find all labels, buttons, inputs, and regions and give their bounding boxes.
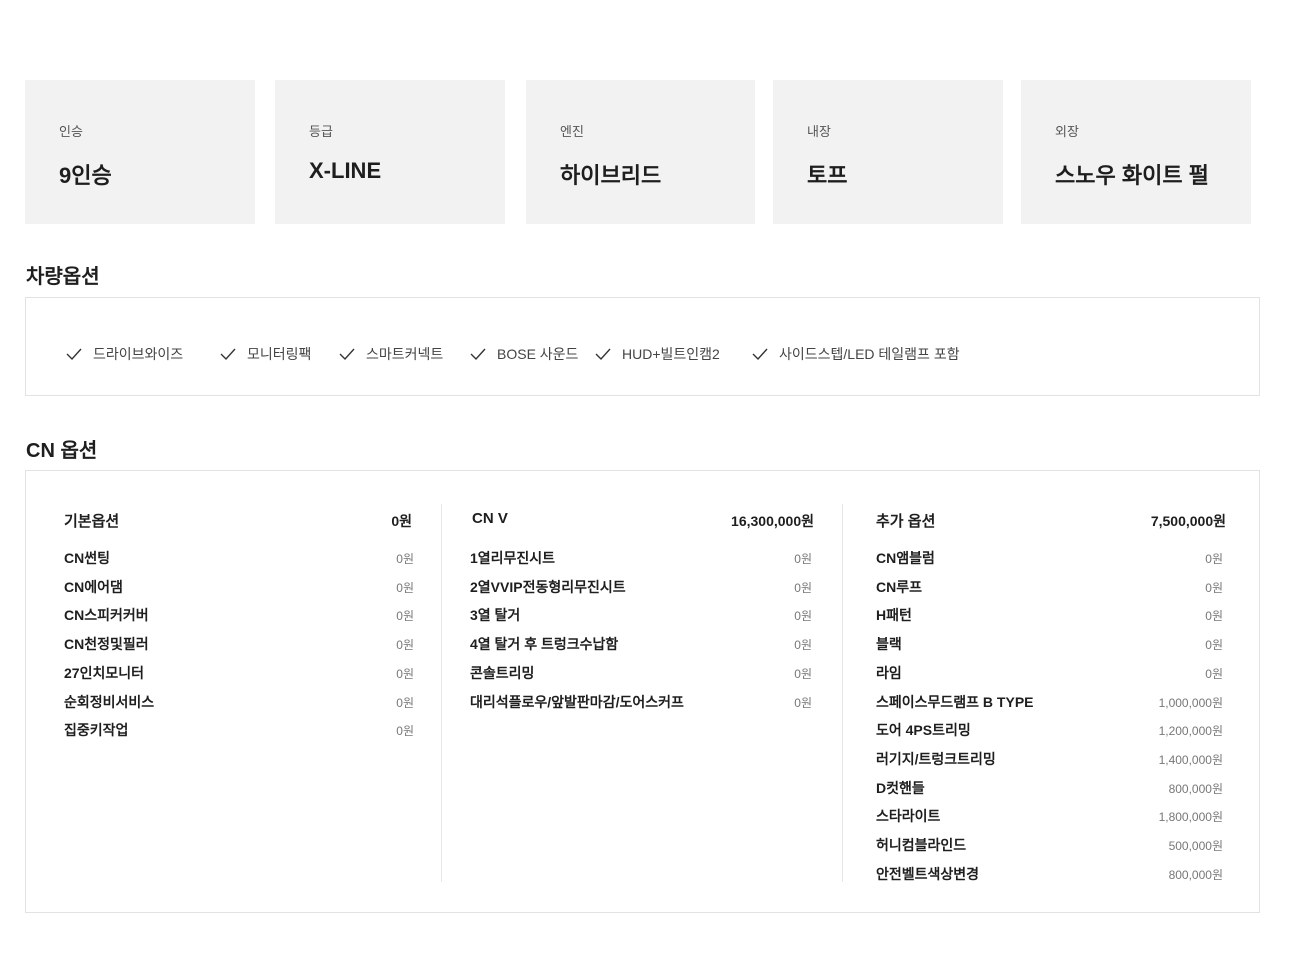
cn-option-item-price: 1,200,000원 [1158,724,1223,739]
vehicle-option-label: 스마트커넥트 [366,346,444,362]
cn-option-item-price: 0원 [794,638,812,653]
cn-option-item-name: 대리석플로우/앞발판마감/도어스커프 [470,693,684,710]
cn-option-item-price: 0원 [396,552,414,566]
cn-option-item-price: 500,000원 [1168,839,1223,853]
cn-option-item-name: CN에어댐 [64,578,123,595]
vehicle-option-item: 드라이브와이즈 [66,345,183,363]
cn-option-item-price: 0원 [396,609,414,624]
cn-option-item-name: 집중키작업 [64,722,129,739]
check-icon [220,348,236,361]
cn-option-item-price: 0원 [794,580,812,595]
vehicle-option-item: BOSE 사운드 [470,345,578,363]
cn-option-item-name: 스페이스무드램프 B TYPE [876,693,1034,710]
cn-option-item-price: 0원 [396,724,414,739]
cn-column-total: 7,500,000원 [1150,513,1226,529]
summary-value: 스노우 화이트 펄 [1055,163,1209,188]
vehicle-option-label: HUD+빌트인캠2 [622,346,720,362]
cn-option-item-price: 0원 [396,666,414,681]
cn-option-item-price: 0원 [1205,638,1223,653]
summary-card-interior: 내장 토프 [773,80,1003,224]
column-divider [842,504,843,882]
summary-value: 토프 [807,163,848,188]
cn-option-item-name: CN썬팅 [64,550,110,566]
cn-option-item-price: 0원 [1205,552,1223,566]
cn-option-item-name: 라임 [876,664,902,681]
summary-card-engine: 엔진 하이브리드 [526,80,755,224]
summary-card-exterior: 외장 스노우 화이트 펄 [1021,80,1251,224]
cn-option-item-name: 허니컴블라인드 [876,837,967,853]
cn-options-title: CN 옵션 [26,440,98,462]
cn-option-item-price: 0원 [1205,666,1223,681]
cn-option-item-price: 1,400,000원 [1158,752,1223,767]
column-divider [441,504,442,882]
vehicle-option-label: 드라이브와이즈 [93,346,184,362]
check-icon [339,348,355,361]
cn-option-item-name: 순회정비서비스 [64,693,155,710]
cn-option-item-price: 0원 [1205,580,1223,595]
vehicle-option-item: 사이드스텝/LED 테일램프 포함 [752,345,960,363]
summary-label: 외장 [1055,124,1079,139]
cn-option-item-name: 3열 탈거 [470,607,521,624]
cn-option-item-name: CN앰블럼 [876,550,935,566]
cn-option-item-name: 도어 4PS트리밍 [876,722,971,739]
cn-option-item-name: 4열 탈거 후 트렁크수납함 [470,636,619,653]
vehicle-option-item: HUD+빌트인캠2 [595,345,720,363]
check-icon [752,348,768,361]
vehicle-option-label: 모니터링팩 [247,346,312,362]
cn-option-item-name: H패턴 [876,607,912,624]
cn-option-item-name: CN천정및필러 [64,636,149,653]
vehicle-option-label: BOSE 사운드 [497,346,579,362]
cn-option-item-name: CN스피커커버 [64,607,149,624]
summary-value: X-LINE [309,158,382,183]
cn-option-item-price: 0원 [1205,609,1223,624]
summary-card-grade: 등급 X-LINE [275,80,505,224]
cn-option-item-name: 1열리무진시트 [470,550,556,566]
cn-column-name: 추가 옵션 [876,513,936,530]
vehicle-option-item: 스마트커넥트 [339,345,443,363]
vehicle-options-box: 드라이브와이즈 모니터링팩 스마트커넥트 BOSE 사운드 HUD+빌트인캠2 … [25,297,1260,396]
summary-value: 하이브리드 [560,163,662,188]
summary-label: 엔진 [560,124,584,139]
summary-label: 내장 [807,124,831,139]
cn-column-name: 기본옵션 [64,513,120,530]
cn-option-item-name: D컷핸들 [876,779,925,796]
cn-option-item-price: 0원 [794,609,812,624]
cn-option-item-price: 1,000,000원 [1158,695,1223,710]
cn-option-item-name: 안전벨트색상변경 [876,865,980,882]
cn-option-item-price: 0원 [396,695,414,710]
summary-label: 등급 [309,124,333,139]
cn-option-item-name: 콘솔트리밍 [470,664,535,681]
cn-option-item-price: 1,800,000원 [1158,810,1223,825]
cn-option-item-name: 러기지/트렁크트리밍 [876,750,996,767]
summary-value: 9인승 [59,163,112,188]
cn-column-total: 16,300,000원 [731,513,814,529]
cn-option-item-name: CN루프 [876,578,922,595]
cn-option-item-price: 0원 [794,666,812,681]
cn-option-item-price: 0원 [396,638,414,653]
summary-card-seats: 인승 9인승 [25,80,255,224]
check-icon [595,348,611,361]
cn-column-name: CN V [472,510,508,527]
check-icon [470,348,486,361]
cn-option-item-name: 스타라이트 [876,808,941,825]
vehicle-option-label: 사이드스텝/LED 테일램프 포함 [779,346,960,362]
cn-option-item-name: 27인치모니터 [64,664,144,681]
cn-option-item-price: 0원 [794,695,812,710]
cn-option-item-name: 블랙 [876,636,902,653]
summary-cards: 인승 9인승 등급 X-LINE 엔진 하이브리드 내장 토프 외장 스노우 화… [0,80,1300,224]
summary-label: 인승 [59,124,83,139]
cn-option-item-price: 0원 [794,552,812,566]
cn-option-item-price: 800,000원 [1168,867,1223,882]
vehicle-options-title: 차량옵션 [26,266,100,288]
cn-option-item-price: 800,000원 [1168,781,1223,796]
cn-options-box: 기본옵션 0원 CN썬팅 0원 CN에어댐 0원 CN스피커커버 0원 CN천정및필러 0원 27인… [25,470,1260,913]
vehicle-option-item: 모니터링팩 [220,345,311,363]
check-icon [66,348,82,361]
cn-column-total: 0원 [391,513,412,529]
cn-option-item-name: 2열VVIP전동형리무진시트 [470,578,626,595]
cn-option-item-price: 0원 [396,580,414,595]
